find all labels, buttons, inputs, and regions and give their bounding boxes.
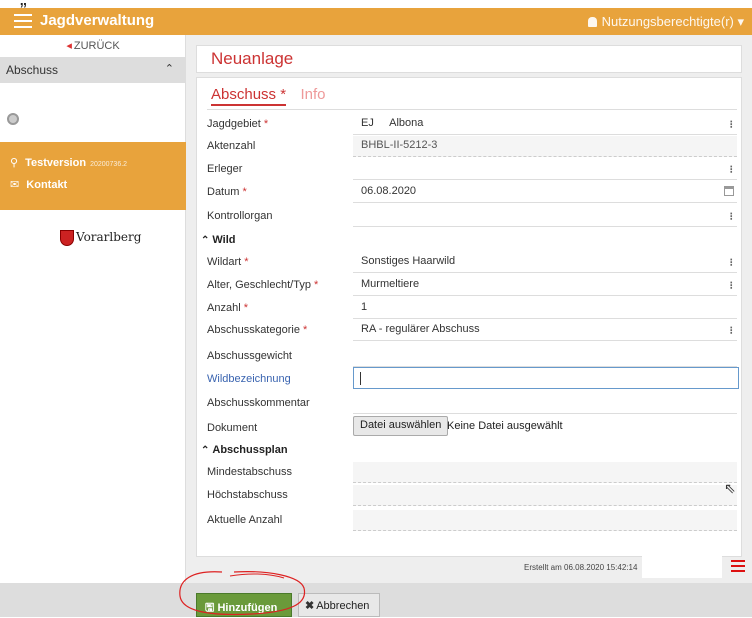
mouse-cursor-icon: ⇖ xyxy=(724,480,736,496)
field-aktenzahl: Aktenzahl BHBL-II-5212-3 xyxy=(207,136,737,158)
calendar-icon[interactable] xyxy=(724,186,734,196)
file-select-button[interactable]: Datei auswählen xyxy=(353,416,449,436)
field-anzahl[interactable]: Anzahl * 1 xyxy=(207,298,737,320)
form-card: Abschuss * Info Jagdgebiet * EJ Albona ⁝ … xyxy=(196,77,742,557)
field-hoechstabschuss: Höchstabschuss xyxy=(207,485,737,507)
field-abschusskategorie[interactable]: Abschusskategorie * RA - regulärer Absch… xyxy=(207,320,737,342)
chevron-up-icon: ⌃ xyxy=(164,63,174,75)
vorarlberg-logo: Vorarlberg xyxy=(52,228,142,252)
chevron-up-icon: ⌃ xyxy=(201,445,210,456)
kebab-menu-icon[interactable]: ⁝ xyxy=(730,256,734,269)
coat-of-arms-icon xyxy=(60,230,74,246)
kebab-menu-icon[interactable]: ⁝ xyxy=(730,118,734,131)
kebab-menu-icon[interactable]: ⁝ xyxy=(730,210,734,223)
file-status: Keine Datei ausgewählt xyxy=(447,420,563,432)
chevron-up-icon: ⌃ xyxy=(201,235,210,246)
page-title: Neuanlage xyxy=(196,45,742,73)
pin-icon: ⚲ xyxy=(10,157,19,169)
sidebar-item-testversion[interactable]: ⚲ Testversion 20200736.2 xyxy=(10,156,127,169)
kebab-menu-icon[interactable]: ⁝ xyxy=(730,279,734,292)
back-link[interactable]: ◂ ZURÜCK xyxy=(0,39,186,52)
kebab-menu-icon[interactable]: ⁝ xyxy=(730,324,734,337)
field-mindestabschuss: Mindestabschuss xyxy=(207,462,737,484)
back-arrow-icon: ◂ xyxy=(66,40,72,52)
list-icon[interactable] xyxy=(731,560,745,572)
red-annotation-circle xyxy=(179,571,306,616)
user-label: Nutzungsberechtigte(r) xyxy=(601,14,734,29)
field-wildart[interactable]: Wildart * Sonstiges Haarwild ⁝ xyxy=(207,252,737,274)
user-circle-icon[interactable] xyxy=(7,113,19,125)
sidebar-item-kontakt[interactable]: ✉ Kontakt xyxy=(10,178,67,191)
user-icon xyxy=(587,17,597,27)
app-title: Jagdverwaltung xyxy=(40,12,155,29)
tab-info[interactable]: Info xyxy=(301,86,326,103)
sidebar: ◂ ZURÜCK Abschuss ⌃ ⚲ Testversion 20200736… xyxy=(0,35,186,583)
field-wildbezeichnung[interactable]: Wildbezeichnung xyxy=(207,367,739,391)
field-datum[interactable]: Datum * 06.08.2020 xyxy=(207,182,737,204)
tab-abschuss[interactable]: Abschuss * xyxy=(211,86,287,106)
kebab-menu-icon[interactable]: ⁝ xyxy=(730,163,734,176)
menu-icon[interactable] xyxy=(14,14,32,28)
created-timestamp: Erstellt am 06.08.2020 15:42:14 xyxy=(524,563,638,572)
field-jagdgebiet[interactable]: Jagdgebiet * EJ Albona ⁝ xyxy=(207,114,737,136)
field-alter-geschlecht[interactable]: Alter, Geschlecht/Typ * Murmeltiere ⁝ xyxy=(207,275,737,297)
sidebar-info-box: ⚲ Testversion 20200736.2 ✉ Kontakt xyxy=(0,142,186,210)
field-abschusskommentar[interactable]: Abschusskommentar xyxy=(207,393,737,415)
field-abschussgewicht[interactable]: Abschussgewicht xyxy=(207,346,737,368)
mail-icon: ✉ xyxy=(10,179,20,191)
field-kontrollorgan[interactable]: Kontrollorgan ⁝ xyxy=(207,206,737,228)
section-wild[interactable]: ⌃ Wild xyxy=(201,234,236,246)
sidebar-section-abschuss[interactable]: Abschuss ⌃ xyxy=(0,57,186,83)
app-header: Jagdverwaltung Nutzungsberechtigte(r) ▾ xyxy=(0,8,752,35)
main-content: Neuanlage Abschuss * Info Jagdgebiet * E… xyxy=(186,35,752,583)
top-cut-text: „ xyxy=(0,0,752,8)
field-erleger[interactable]: Erleger ⁝ xyxy=(207,159,737,181)
wildbezeichnung-input[interactable] xyxy=(353,367,739,389)
field-dokument: Dokument Datei auswählen Keine Datei aus… xyxy=(207,416,737,440)
section-abschussplan[interactable]: ⌃ Abschussplan xyxy=(201,444,288,456)
user-menu[interactable]: Nutzungsberechtigte(r) ▾ xyxy=(587,14,744,30)
field-aktuelle-anzahl: Aktuelle Anzahl xyxy=(207,510,737,532)
